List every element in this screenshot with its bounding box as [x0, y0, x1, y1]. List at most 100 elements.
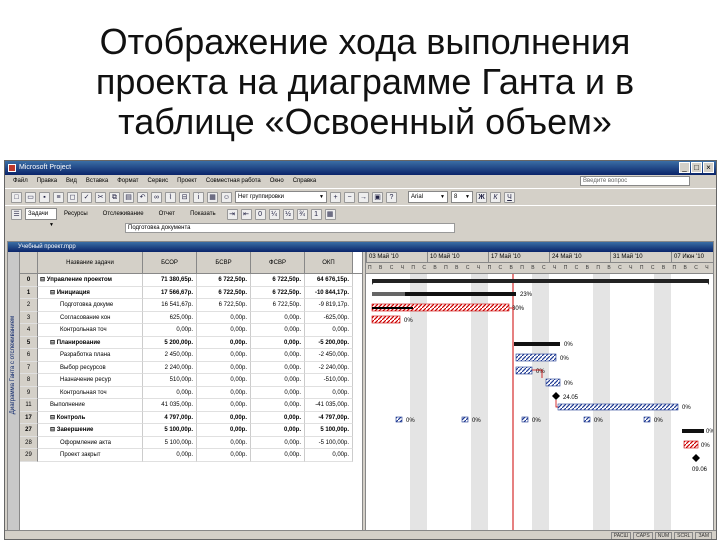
- help-question-input[interactable]: Введите вопрос: [580, 176, 690, 186]
- okp-cell[interactable]: 5 100,00р.: [305, 424, 353, 437]
- unlink-icon[interactable]: ⌇: [165, 191, 176, 203]
- row-id[interactable]: 5: [20, 336, 38, 349]
- table-row[interactable]: 11 Выполнение 41 035,00р. 0,00р. 0,00р. -41 0…: [20, 399, 362, 412]
- table-row[interactable]: 7 Выбор ресурсов 2 240,00р. 0,00р. 0,00р. -2 …: [20, 361, 362, 374]
- bsor-cell[interactable]: 16 541,67р.: [143, 299, 197, 312]
- group-by-select[interactable]: Нет группировки ▼: [235, 191, 327, 203]
- table-row[interactable]: 28 Оформление акта 5 100,00р. 0,00р. 0,00р. -…: [20, 436, 362, 449]
- entry-field[interactable]: Подготовка документа: [125, 223, 455, 233]
- percent-50-icon[interactable]: ½: [282, 208, 294, 220]
- fsvr-cell[interactable]: 0,00р.: [251, 374, 305, 387]
- okp-cell[interactable]: -2 240,00р.: [305, 361, 353, 374]
- bsor-cell[interactable]: 5 100,00р.: [143, 424, 197, 437]
- bsvr-cell[interactable]: 6 722,50р.: [197, 274, 251, 287]
- zoom-out-icon[interactable]: −: [344, 191, 355, 203]
- okp-cell[interactable]: 64 676,15р.: [305, 274, 353, 287]
- menu-view[interactable]: Вид: [66, 175, 77, 188]
- fsvr-cell[interactable]: 0,00р.: [251, 336, 305, 349]
- view-bar[interactable]: Диаграмма Ганта с отслеживанием: [8, 252, 20, 532]
- bsor-cell[interactable]: 5 100,00р.: [143, 436, 197, 449]
- tracking-button[interactable]: Отслеживание: [103, 211, 144, 217]
- task-name-cell[interactable]: ⊟ Планирование: [38, 336, 143, 349]
- header-okp[interactable]: ОКП: [305, 252, 353, 273]
- row-id[interactable]: 2: [20, 299, 38, 312]
- bsor-cell[interactable]: 0,00р.: [143, 449, 197, 462]
- bsor-cell[interactable]: 0,00р.: [143, 324, 197, 337]
- bold-icon[interactable]: Ж: [476, 191, 487, 203]
- task-name-cell[interactable]: ⊟ Управление проектом: [38, 274, 143, 287]
- okp-cell[interactable]: -41 035,00р.: [305, 399, 353, 412]
- okp-cell[interactable]: -9 819,17р.: [305, 299, 353, 312]
- bsvr-cell[interactable]: 0,00р.: [197, 361, 251, 374]
- bsor-cell[interactable]: 0,00р.: [143, 386, 197, 399]
- close-icon[interactable]: ×: [703, 162, 714, 173]
- okp-cell[interactable]: -4 797,00р.: [305, 411, 353, 424]
- print-icon[interactable]: ≡: [53, 191, 64, 203]
- row-id[interactable]: 11: [20, 399, 38, 412]
- okp-cell[interactable]: 0,00р.: [305, 386, 353, 399]
- menu-edit[interactable]: Правка: [37, 175, 57, 188]
- percent-75-icon[interactable]: ¾: [296, 208, 308, 220]
- row-id[interactable]: 7: [20, 361, 38, 374]
- menu-help[interactable]: Справка: [293, 175, 317, 188]
- row-id[interactable]: 3: [20, 311, 38, 324]
- guide-icon[interactable]: ☰: [11, 208, 22, 220]
- fsvr-cell[interactable]: 0,00р.: [251, 424, 305, 437]
- bsvr-cell[interactable]: 6 722,50р.: [197, 286, 251, 299]
- minimize-icon[interactable]: _: [679, 162, 690, 173]
- row-id[interactable]: 27: [20, 424, 38, 437]
- task-info-icon[interactable]: i: [193, 191, 204, 203]
- table-row[interactable]: 17 ⊟ Контроль 4 797,00р. 0,00р. 0,00р. -4 797…: [20, 411, 362, 424]
- task-name-cell[interactable]: Проект закрыт: [38, 449, 143, 462]
- fsvr-cell[interactable]: 0,00р.: [251, 324, 305, 337]
- italic-icon[interactable]: К: [490, 191, 501, 203]
- window-title-bar[interactable]: Microsoft Project _ □ ×: [5, 161, 716, 175]
- fsvr-cell[interactable]: 0,00р.: [251, 386, 305, 399]
- copy-icon[interactable]: ⧉: [109, 191, 120, 203]
- fsvr-cell[interactable]: 0,00р.: [251, 449, 305, 462]
- percent-100-icon[interactable]: 1: [310, 208, 322, 220]
- font-select[interactable]: Arial ▼: [408, 191, 448, 203]
- fsvr-cell[interactable]: 0,00р.: [251, 311, 305, 324]
- menu-project[interactable]: Проект: [177, 175, 197, 188]
- bsvr-cell[interactable]: 0,00р.: [197, 436, 251, 449]
- fsvr-cell[interactable]: 0,00р.: [251, 361, 305, 374]
- bsvr-cell[interactable]: 0,00р.: [197, 424, 251, 437]
- underline-icon[interactable]: Ч: [504, 191, 515, 203]
- new-icon[interactable]: □: [11, 191, 22, 203]
- bsvr-cell[interactable]: 0,00р.: [197, 399, 251, 412]
- table-row[interactable]: 2 Подготовка докуме 16 541,67р. 6 722,50р. 6…: [20, 299, 362, 312]
- table-row[interactable]: 4 Контрольная точ 0,00р. 0,00р. 0,00р. 0,00р.: [20, 324, 362, 337]
- link-icon[interactable]: ∞: [151, 191, 162, 203]
- row-id[interactable]: 8: [20, 374, 38, 387]
- bsor-cell[interactable]: 510,00р.: [143, 374, 197, 387]
- task-name-cell[interactable]: Контрольная точ: [38, 324, 143, 337]
- table-row[interactable]: 27 ⊟ Завершение 5 100,00р. 0,00р. 0,00р. 5 10…: [20, 424, 362, 437]
- okp-cell[interactable]: -625,00р.: [305, 311, 353, 324]
- outdent-icon[interactable]: ⇤: [240, 208, 252, 220]
- preview-icon[interactable]: ◻: [67, 191, 78, 203]
- fsvr-cell[interactable]: 6 722,50р.: [251, 274, 305, 287]
- fsvr-cell[interactable]: 0,00р.: [251, 399, 305, 412]
- help-icon[interactable]: ?: [386, 191, 397, 203]
- menu-insert[interactable]: Вставка: [86, 175, 108, 188]
- font-size-select[interactable]: 8 ▼: [451, 191, 473, 203]
- report-button[interactable]: Отчет: [159, 211, 175, 217]
- fsvr-cell[interactable]: 0,00р.: [251, 349, 305, 362]
- task-name-cell[interactable]: Согласование кон: [38, 311, 143, 324]
- task-name-cell[interactable]: Подготовка докуме: [38, 299, 143, 312]
- undo-icon[interactable]: ↶: [137, 191, 148, 203]
- task-name-cell[interactable]: Выбор ресурсов: [38, 361, 143, 374]
- save-icon[interactable]: ▪: [39, 191, 50, 203]
- bsvr-cell[interactable]: 0,00р.: [197, 411, 251, 424]
- row-id[interactable]: 0: [20, 274, 38, 287]
- task-name-cell[interactable]: Разработка плана: [38, 349, 143, 362]
- assign-icon[interactable]: ☺: [221, 191, 232, 203]
- copy-picture-icon[interactable]: ▣: [372, 191, 383, 203]
- spelling-icon[interactable]: ✓: [81, 191, 92, 203]
- okp-cell[interactable]: -10 844,17р.: [305, 286, 353, 299]
- task-name-cell[interactable]: ⊟ Контроль: [38, 411, 143, 424]
- okp-cell[interactable]: 0,00р.: [305, 324, 353, 337]
- bsvr-cell[interactable]: 0,00р.: [197, 324, 251, 337]
- table-row[interactable]: 8 Назначение ресур 510,00р. 0,00р. 0,00р. -51…: [20, 374, 362, 387]
